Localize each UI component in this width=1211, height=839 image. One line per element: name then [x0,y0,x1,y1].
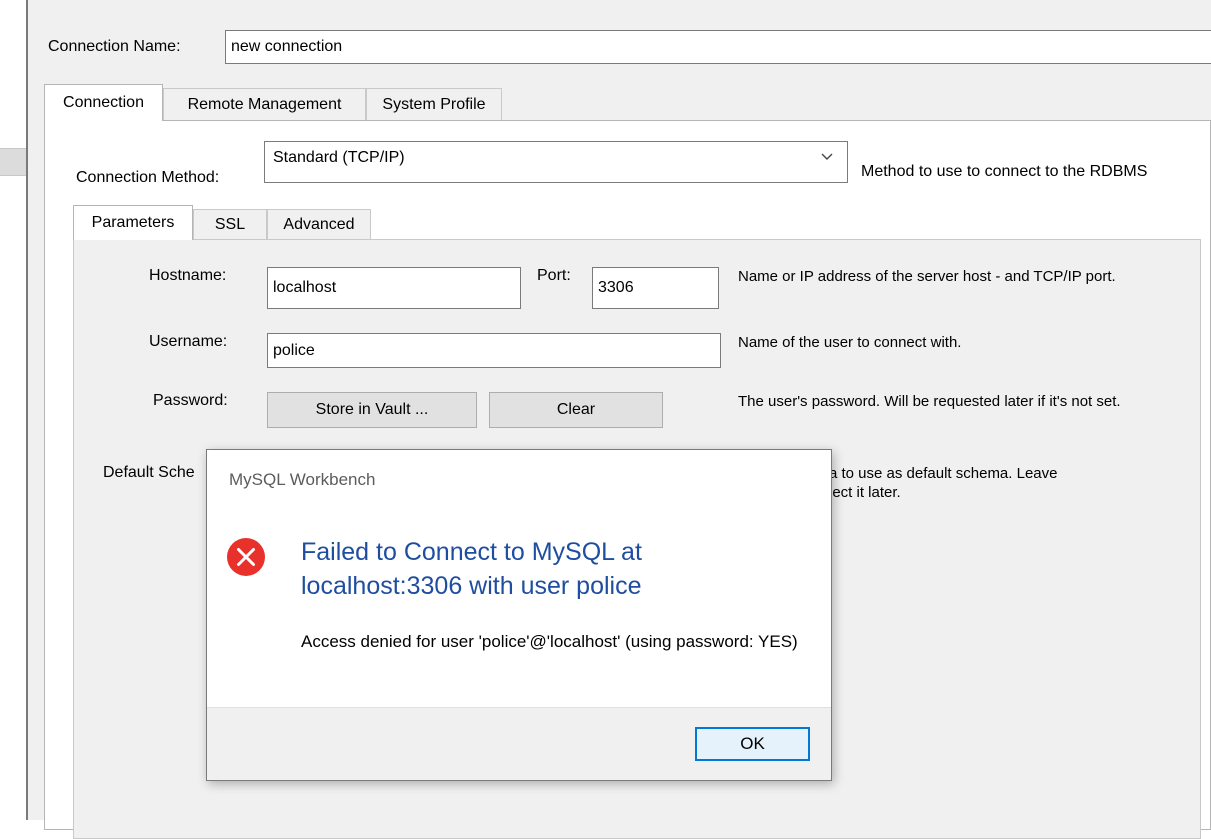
connection-name-value: new connection [231,38,343,55]
subtab-ssl-label: SSL [214,216,246,233]
tab-system-profile-label: System Profile [382,96,486,113]
password-label: Password: [153,392,228,409]
port-input[interactable]: 3306 [592,267,719,309]
subtab-advanced-label: Advanced [283,216,355,233]
port-value: 3306 [598,279,634,296]
error-icon [227,538,265,576]
connection-method-help: Method to use to connect to the RDBMS [861,163,1148,180]
default-schema-label: Default Sche [103,464,195,481]
subtab-parameters-label: Parameters [91,214,175,231]
connection-name-input[interactable]: new connection [225,30,1211,64]
connection-method-value: Standard (TCP/IP) [273,149,405,166]
hostname-input[interactable]: localhost [267,267,521,309]
hostname-label: Hostname: [149,267,227,284]
tab-system-profile[interactable]: System Profile [366,88,502,121]
port-label: Port: [537,267,571,284]
connection-method-label: Connection Method: [76,169,220,186]
subtab-ssl[interactable]: SSL [193,209,267,240]
connection-name-label: Connection Name: [48,38,181,55]
error-dialog: MySQL Workbench Failed to Connect to MyS… [206,449,832,781]
left-pane-selected-row[interactable] [0,148,26,176]
hostname-value: localhost [273,279,337,296]
store-in-vault-button[interactable]: Store in Vault ... [267,392,477,428]
subtab-parameters[interactable]: Parameters [73,205,193,240]
dialog-heading: Failed to Connect to MySQL at localhost:… [301,538,642,600]
username-value: police [273,341,315,359]
tab-remote-management-label: Remote Management [187,96,342,113]
dialog-footer: OK [207,707,831,780]
dialog-title: MySQL Workbench [229,470,376,489]
tab-connection-label: Connection [63,94,144,111]
tab-remote-management[interactable]: Remote Management [163,88,366,121]
clear-password-button[interactable]: Clear [489,392,663,428]
username-input[interactable]: police [267,333,721,368]
username-label: Username: [149,333,228,350]
chevron-down-icon [821,153,833,160]
username-help: Name of the user to connect with. [738,334,962,351]
subtab-advanced[interactable]: Advanced [267,209,371,240]
connection-method-select[interactable]: Standard (TCP/IP) [264,141,848,183]
password-help: The user's password. Will be requested l… [738,393,1121,410]
default-schema-help-line1: a to use as default schema. Leave [829,465,1058,482]
hostname-help: Name or IP address of the server host - … [738,268,1116,285]
tab-connection[interactable]: Connection [44,84,163,121]
dialog-message: Access denied for user 'police'@'localho… [301,632,798,651]
ok-button[interactable]: OK [695,727,810,761]
default-schema-help-line2: lect it later. [829,484,901,501]
